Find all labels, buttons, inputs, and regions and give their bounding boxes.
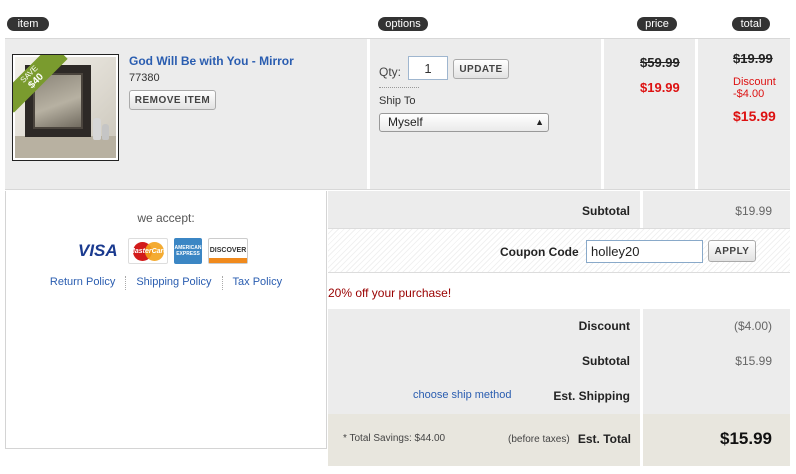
- update-button[interactable]: UPDATE: [453, 59, 509, 79]
- discount-label: Discount: [578, 319, 630, 333]
- discover-text: DISCOVER: [209, 247, 247, 254]
- ship-to-select[interactable]: Myself ▲: [379, 113, 549, 132]
- est-total-value: $15.99: [720, 429, 772, 448]
- policy-links: Return Policy Shipping Policy Tax Policy: [6, 276, 326, 290]
- coupon-code-label: Coupon Code: [500, 245, 579, 259]
- product-sku: 77380: [129, 72, 160, 84]
- before-taxes-note: (before taxes): [508, 434, 570, 445]
- qty-label: Qty:: [379, 65, 402, 79]
- discount-value: ($4.00): [733, 319, 772, 333]
- promo-message: 20% off your purchase!: [328, 286, 452, 300]
- column-divider: [695, 39, 698, 189]
- subtotal-after-discount-label: Subtotal: [582, 354, 630, 368]
- remove-item-button[interactable]: REMOVE ITEM: [129, 90, 216, 110]
- subtotal-value: $19.99: [735, 204, 772, 218]
- payment-info-panel: we accept: VISA MasterCard AMERICAN EXPR…: [5, 191, 327, 449]
- visa-logo-icon: VISA: [78, 241, 118, 260]
- subtotal-after-discount-value: $15.99: [735, 354, 772, 368]
- tax-policy-link[interactable]: Tax Policy: [223, 276, 293, 290]
- apply-coupon-button[interactable]: APPLY: [708, 240, 756, 262]
- est-total-label: Est. Total: [577, 432, 631, 446]
- line-total-original: $19.99: [733, 51, 773, 66]
- dotted-divider: [379, 87, 419, 88]
- header-price: price: [637, 17, 677, 31]
- return-policy-link[interactable]: Return Policy: [40, 276, 125, 290]
- header-options: options: [378, 17, 428, 31]
- column-divider: [367, 39, 370, 189]
- est-shipping-label: Est. Shipping: [553, 389, 630, 403]
- coupon-row: Coupon Code APPLY: [328, 229, 790, 273]
- original-price: $59.99: [640, 55, 680, 70]
- product-title-link[interactable]: God Will Be with You - Mirror: [129, 54, 294, 68]
- coupon-code-input[interactable]: [586, 240, 703, 263]
- header-total: total: [732, 17, 770, 31]
- select-arrows-icon: ▲: [535, 117, 544, 127]
- mastercard-logo-icon: MasterCard: [128, 238, 168, 264]
- sale-price: $19.99: [640, 80, 680, 95]
- subtotal-label: Subtotal: [582, 204, 630, 218]
- line-total-final: $15.99: [733, 108, 776, 124]
- line-discount-value: -$4.00: [733, 88, 765, 100]
- shipping-policy-link[interactable]: Shipping Policy: [126, 276, 221, 290]
- header-item: item: [7, 17, 49, 31]
- choose-ship-method-link[interactable]: choose ship method: [413, 389, 511, 401]
- mastercard-text: MasterCard: [129, 248, 168, 255]
- cart-item-row: SAVE $40 God Will Be with You - Mirror 7…: [5, 38, 790, 190]
- order-summary-block: Discount ($4.00) Subtotal $15.99 choose …: [328, 309, 790, 414]
- estimated-total-row: * Total Savings: $44.00 (before taxes) E…: [328, 414, 790, 466]
- column-divider: [601, 39, 604, 189]
- accepted-cards: VISA MasterCard AMERICAN EXPRESS DISCOVE…: [78, 237, 248, 265]
- amex-logo-icon: AMERICAN EXPRESS: [174, 238, 202, 264]
- subtotal-row: Subtotal $19.99: [328, 191, 790, 229]
- line-discount-label: Discount: [733, 76, 776, 88]
- product-thumbnail[interactable]: SAVE $40: [12, 54, 119, 161]
- total-savings-note: * Total Savings: $44.00: [343, 433, 446, 444]
- ship-to-value: Myself: [388, 115, 423, 129]
- qty-input[interactable]: [408, 56, 448, 80]
- we-accept-label: we accept:: [137, 211, 195, 225]
- ship-to-label: Ship To: [379, 95, 416, 107]
- discover-logo-icon: DISCOVER: [208, 238, 248, 264]
